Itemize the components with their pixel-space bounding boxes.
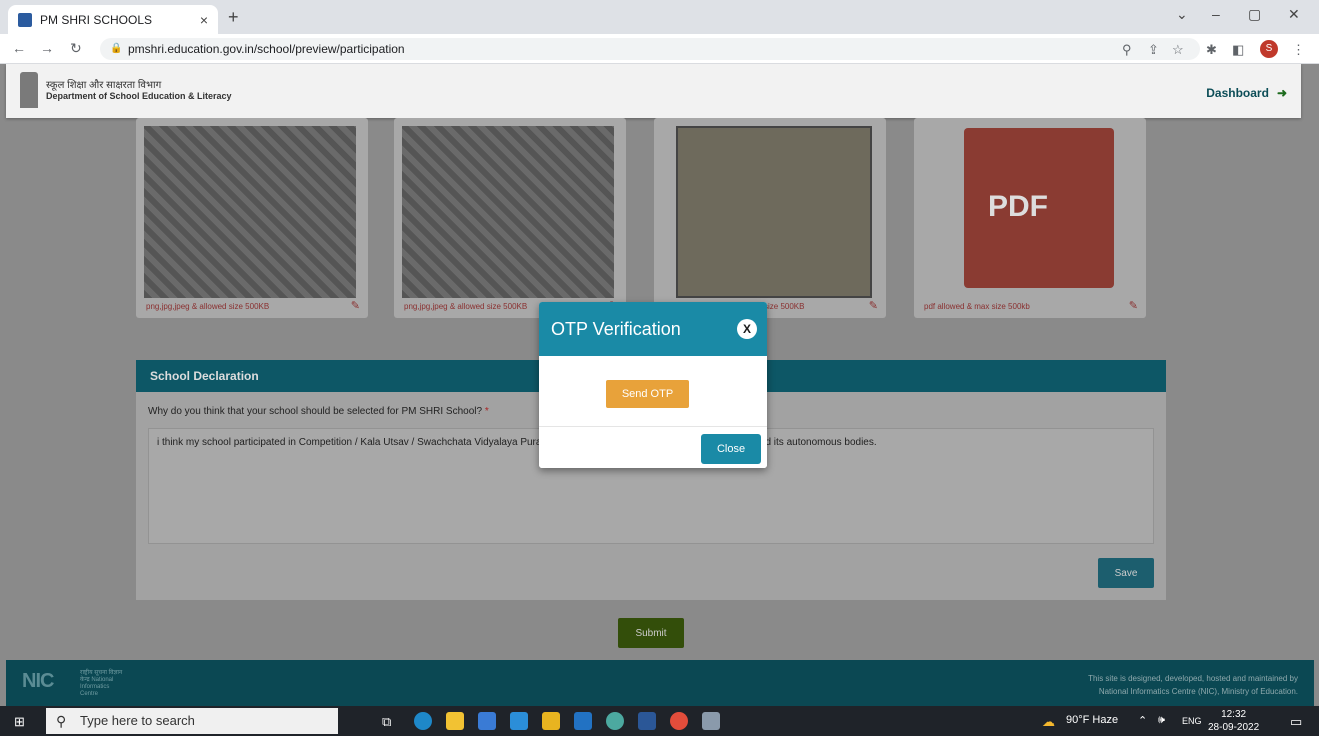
outlook-icon[interactable] — [574, 712, 592, 730]
upload-hint: png,jpg,jpeg & allowed size 500KB — [146, 302, 270, 311]
site-header: स्कूल शिक्षा और साक्षरता विभाग Departmen… — [6, 64, 1301, 118]
profile-avatar[interactable]: S — [1260, 40, 1278, 58]
close-button[interactable]: Close — [701, 434, 761, 464]
modal-header: OTP Verification X — [539, 302, 767, 356]
required-mark: * — [484, 406, 489, 417]
footer-line-2: National Informatics Centre (NIC), Minis… — [1098, 687, 1298, 696]
reload-icon[interactable]: ↻ — [70, 40, 82, 57]
clock-time: 12:32 — [1221, 709, 1247, 720]
notification-icon[interactable]: ▭ — [1290, 714, 1302, 730]
chrome-icon[interactable] — [670, 712, 688, 730]
send-otp-button[interactable]: Send OTP — [606, 380, 689, 408]
tab-close-icon[interactable]: × — [200, 12, 208, 28]
uploaded-certificate-image — [676, 126, 872, 298]
lock-icon: 🔒 — [110, 43, 123, 54]
url-field[interactable]: 🔒 pmshri.education.gov.in/school/preview… — [100, 38, 1200, 60]
browser-tab[interactable]: PM SHRI SCHOOLS × — [8, 5, 218, 34]
volume-icon[interactable]: 🕪 — [1158, 714, 1165, 727]
browser-tab-bar: PM SHRI SCHOOLS × + ⌄ – ▢ ✕ — [0, 0, 1319, 34]
app-icon[interactable] — [606, 712, 624, 730]
paint-icon[interactable] — [702, 712, 720, 730]
extensions-icon[interactable]: ✱ — [1206, 42, 1217, 58]
modal-footer: Close — [539, 426, 767, 468]
upload-card: png,jpg,jpeg & allowed size 500KB ✎ — [394, 118, 626, 318]
word-icon[interactable] — [638, 712, 656, 730]
windows-taskbar: ⊞ ⚲ Type here to search ⧉ ☁ 90°F Haze ⌃ … — [0, 706, 1319, 736]
minimize-icon[interactable]: – — [1212, 6, 1220, 22]
footer-line-1: This site is designed, developed, hosted… — [1088, 674, 1298, 683]
upload-card: size 500KB ✎ — [654, 118, 886, 318]
question-text: Why do you think that your school should… — [148, 406, 483, 417]
side-panel-icon[interactable]: ◧ — [1232, 42, 1244, 58]
save-button[interactable]: Save — [1098, 558, 1154, 588]
taskbar-clock[interactable]: 12:32 28-09-2022 — [1208, 708, 1259, 734]
share-icon[interactable]: ⇪ — [1148, 42, 1159, 58]
address-bar-row: ← → ↻ 🔒 pmshri.education.gov.in/school/p… — [0, 34, 1319, 64]
declaration-question: Why do you think that your school should… — [148, 406, 489, 417]
edit-icon[interactable]: ✎ — [1129, 299, 1138, 312]
search-icon: ⚲ — [56, 713, 67, 729]
taskbar-search-placeholder: Type here to search — [80, 713, 195, 728]
store-icon[interactable] — [478, 712, 496, 730]
modal-close-icon[interactable]: X — [737, 319, 757, 339]
upload-card: PDF pdf allowed & max size 500kb ✎ — [914, 118, 1146, 318]
otp-verification-modal: OTP Verification X Send OTP Close — [539, 302, 767, 468]
edit-icon[interactable]: ✎ — [351, 299, 360, 312]
site-favicon-icon — [18, 12, 32, 27]
menu-dots-icon[interactable]: ⋮ — [1292, 42, 1305, 58]
url-text: pmshri.education.gov.in/school/preview/p… — [128, 42, 405, 56]
sticky-notes-icon[interactable] — [542, 712, 560, 730]
back-icon[interactable]: ← — [12, 40, 26, 56]
upload-hint: png,jpg,jpeg & allowed size 500KB — [404, 302, 528, 311]
department-name-hindi: स्कूल शिक्षा और साक्षरता विभाग — [46, 80, 162, 91]
weather-icon: ☁ — [1042, 714, 1055, 729]
task-view-icon[interactable]: ⧉ — [382, 714, 391, 730]
department-name-english: Department of School Education & Literac… — [46, 91, 232, 101]
tab-search-icon[interactable]: ⌄ — [1176, 6, 1188, 23]
submit-button[interactable]: Submit — [618, 618, 684, 648]
site-footer: NIC राष्ट्रीय सूचना विज्ञान केन्द्र Nati… — [6, 660, 1314, 706]
tab-title: PM SHRI SCHOOLS — [40, 12, 153, 27]
upload-hint: pdf allowed & max size 500kb — [924, 302, 1030, 311]
weather-text[interactable]: 90°F Haze — [1066, 714, 1118, 726]
logout-icon: ➜ — [1276, 86, 1287, 100]
upload-hint: size 500KB — [764, 302, 805, 311]
clock-date: 28-09-2022 — [1208, 722, 1260, 733]
language-indicator[interactable]: ENG — [1182, 716, 1202, 726]
taskbar-search[interactable]: ⚲ Type here to search — [46, 708, 338, 734]
dashboard-link[interactable]: Dashboard ➜ — [1206, 86, 1287, 100]
pdf-label: PDF — [988, 190, 1048, 223]
pdf-file-icon: PDF — [964, 128, 1114, 288]
zoom-icon[interactable]: ⚲ — [1122, 42, 1132, 58]
dashboard-label: Dashboard — [1206, 86, 1269, 100]
nic-logo: NIC — [22, 670, 54, 692]
new-tab-button[interactable]: + — [228, 7, 239, 28]
forward-icon[interactable]: → — [40, 40, 54, 56]
modal-title: OTP Verification — [551, 319, 681, 339]
edit-icon[interactable]: ✎ — [869, 299, 878, 312]
bookmark-star-icon[interactable]: ☆ — [1172, 42, 1184, 58]
file-explorer-icon[interactable] — [446, 712, 464, 730]
tray-chevron-icon[interactable]: ⌃ — [1138, 714, 1147, 727]
maximize-icon[interactable]: ▢ — [1248, 6, 1261, 23]
uploaded-image — [402, 126, 614, 298]
footer-credits: This site is designed, developed, hosted… — [1088, 672, 1298, 698]
uploaded-image — [144, 126, 356, 298]
national-emblem-icon — [20, 72, 38, 108]
edge-icon[interactable] — [414, 712, 432, 730]
window-close-icon[interactable]: ✕ — [1288, 6, 1300, 23]
mail-icon[interactable] — [510, 712, 528, 730]
windows-start-icon[interactable]: ⊞ — [14, 714, 25, 730]
upload-card: png,jpg,jpeg & allowed size 500KB ✎ — [136, 118, 368, 318]
nic-subtitle: राष्ट्रीय सूचना विज्ञान केन्द्र National… — [80, 670, 123, 697]
